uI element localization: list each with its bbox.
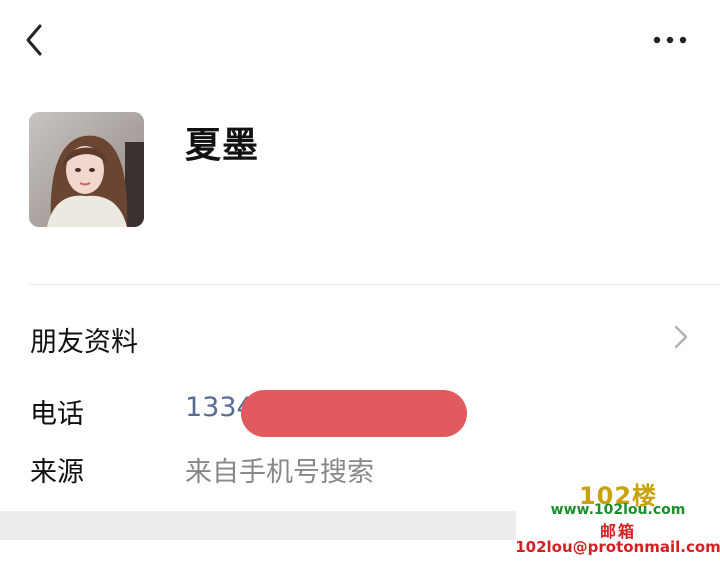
phone-label: 电话 [30,399,84,430]
watermark-url: www.102lou.com [550,502,686,518]
friend-info-row[interactable]: 朋友资料 [0,300,720,374]
source-value: 来自手机号搜索 [185,457,374,488]
more-horizontal-icon [653,36,687,44]
chevron-left-icon [26,24,42,56]
source-label: 来源 [30,457,84,488]
divider [29,284,720,285]
more-button[interactable] [648,26,692,54]
top-bar [0,0,720,80]
back-button[interactable] [18,22,54,58]
watermark-email: 102lou@protonmail.com [515,538,720,556]
redaction-mask [241,390,467,437]
contact-name: 夏墨 [185,125,260,166]
chevron-right-icon [674,325,688,349]
friend-info-label: 朋友资料 [30,327,138,358]
avatar[interactable] [29,112,144,227]
phone-row: 电话 1334 [0,384,720,437]
watermark: 102楼 www.102lou.com 邮箱 102lou@protonmail… [515,474,720,572]
